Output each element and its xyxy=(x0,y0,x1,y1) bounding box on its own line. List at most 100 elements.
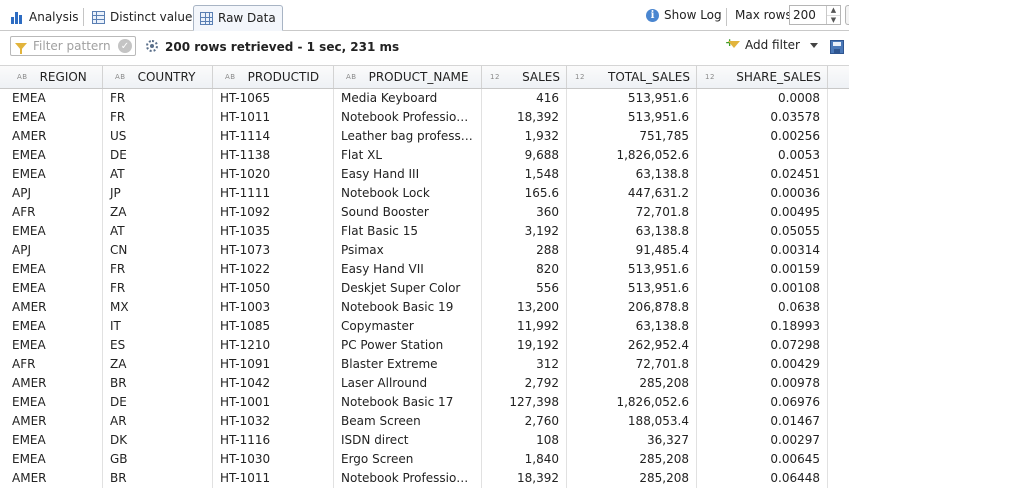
cell-sales[interactable]: 1,840 xyxy=(482,450,567,469)
cell-productid[interactable]: HT-1138 xyxy=(213,146,334,165)
cell-share-sales[interactable]: 0.00159 xyxy=(697,260,828,279)
cell-share-sales[interactable]: 0.0008 xyxy=(697,89,828,108)
cell-total-sales[interactable]: 513,951.6 xyxy=(567,260,697,279)
cell-product-name[interactable]: Notebook Professional ... xyxy=(334,108,482,127)
cell-region[interactable]: EMEA xyxy=(5,108,103,127)
cell-product-name[interactable]: Sound Booster xyxy=(334,203,482,222)
cell-sales[interactable]: 108 xyxy=(482,431,567,450)
table-row[interactable]: EMEA FR HT-1050 Deskjet Super Color 556 513,9… xyxy=(0,279,849,298)
cell-region[interactable]: AMER xyxy=(5,412,103,431)
cell-total-sales[interactable]: 1,826,052.6 xyxy=(567,146,697,165)
cell-region[interactable]: EMEA xyxy=(5,393,103,412)
cell-sales[interactable]: 360 xyxy=(482,203,567,222)
cell-product-name[interactable]: Notebook Lock xyxy=(334,184,482,203)
table-row[interactable]: AMER US HT-1114 Leather bag professional 1,9… xyxy=(0,127,849,146)
cell-sales[interactable]: 2,792 xyxy=(482,374,567,393)
cell-total-sales[interactable]: 63,138.8 xyxy=(567,165,697,184)
cell-sales[interactable]: 312 xyxy=(482,355,567,374)
cell-country[interactable]: AR xyxy=(103,412,213,431)
cell-share-sales[interactable]: 0.00108 xyxy=(697,279,828,298)
column-header-country[interactable]: AB COUNTRY xyxy=(103,66,213,88)
cell-region[interactable]: EMEA xyxy=(5,146,103,165)
cell-share-sales[interactable]: 0.01467 xyxy=(697,412,828,431)
cell-sales[interactable]: 1,548 xyxy=(482,165,567,184)
apply-filter-icon[interactable]: ✓ xyxy=(118,39,132,53)
cell-share-sales[interactable]: 0.0638 xyxy=(697,298,828,317)
table-row[interactable]: EMEA AT HT-1035 Flat Basic 15 3,192 63,138.8 0… xyxy=(0,222,849,241)
cell-total-sales[interactable]: 285,208 xyxy=(567,374,697,393)
cell-total-sales[interactable]: 262,952.4 xyxy=(567,336,697,355)
cell-total-sales[interactable]: 72,701.8 xyxy=(567,355,697,374)
cell-total-sales[interactable]: 63,138.8 xyxy=(567,222,697,241)
cell-productid[interactable]: HT-1111 xyxy=(213,184,334,203)
cell-region[interactable]: AFR xyxy=(5,355,103,374)
cell-share-sales[interactable]: 0.00297 xyxy=(697,431,828,450)
cell-productid[interactable]: HT-1011 xyxy=(213,469,334,488)
cell-productid[interactable]: HT-1003 xyxy=(213,298,334,317)
show-log-button[interactable]: i Show Log xyxy=(646,5,722,25)
cell-region[interactable]: EMEA xyxy=(5,279,103,298)
cell-product-name[interactable]: Copymaster xyxy=(334,317,482,336)
cell-product-name[interactable]: Beam Screen xyxy=(334,412,482,431)
save-icon[interactable] xyxy=(830,40,844,54)
cell-sales[interactable]: 556 xyxy=(482,279,567,298)
cell-total-sales[interactable]: 91,485.4 xyxy=(567,241,697,260)
cell-region[interactable]: EMEA xyxy=(5,222,103,241)
table-row[interactable]: EMEA ES HT-1210 PC Power Station 19,192 262,9… xyxy=(0,336,849,355)
cell-productid[interactable]: HT-1050 xyxy=(213,279,334,298)
cell-region[interactable]: EMEA xyxy=(5,260,103,279)
cell-productid[interactable]: HT-1114 xyxy=(213,127,334,146)
cell-country[interactable]: FR xyxy=(103,108,213,127)
table-row[interactable]: AMER BR HT-1011 Notebook Professional ... 18… xyxy=(0,469,849,488)
cell-country[interactable]: ES xyxy=(103,336,213,355)
cell-total-sales[interactable]: 63,138.8 xyxy=(567,317,697,336)
cell-sales[interactable]: 2,760 xyxy=(482,412,567,431)
cell-country[interactable]: DE xyxy=(103,146,213,165)
cell-product-name[interactable]: Blaster Extreme xyxy=(334,355,482,374)
cell-total-sales[interactable]: 285,208 xyxy=(567,450,697,469)
cell-product-name[interactable]: Psimax xyxy=(334,241,482,260)
cell-total-sales[interactable]: 447,631.2 xyxy=(567,184,697,203)
column-header-product-name[interactable]: AB PRODUCT_NAME xyxy=(334,66,482,88)
filter-pattern-input[interactable]: Filter pattern ✓ xyxy=(10,36,136,56)
cell-product-name[interactable]: Ergo Screen xyxy=(334,450,482,469)
cell-share-sales[interactable]: 0.00495 xyxy=(697,203,828,222)
table-row[interactable]: EMEA FR HT-1011 Notebook Professional ... 18… xyxy=(0,108,849,127)
cell-product-name[interactable]: Notebook Professional ... xyxy=(334,469,482,488)
cell-productid[interactable]: HT-1020 xyxy=(213,165,334,184)
table-row[interactable]: AMER MX HT-1003 Notebook Basic 19 13,200 206,… xyxy=(0,298,849,317)
table-row[interactable]: AFR ZA HT-1091 Blaster Extreme 312 72,701.8 0.… xyxy=(0,355,849,374)
cell-product-name[interactable]: PC Power Station xyxy=(334,336,482,355)
cell-share-sales[interactable]: 0.07298 xyxy=(697,336,828,355)
cell-total-sales[interactable]: 513,951.6 xyxy=(567,279,697,298)
table-row[interactable]: EMEA FR HT-1065 Media Keyboard 416 513,951.6 0… xyxy=(0,89,849,108)
cell-sales[interactable]: 18,392 xyxy=(482,469,567,488)
cell-productid[interactable]: HT-1030 xyxy=(213,450,334,469)
cell-share-sales[interactable]: 0.06448 xyxy=(697,469,828,488)
cell-region[interactable]: AMER xyxy=(5,298,103,317)
cell-product-name[interactable]: ISDN direct xyxy=(334,431,482,450)
cell-share-sales[interactable]: 0.00645 xyxy=(697,450,828,469)
cell-productid[interactable]: HT-1092 xyxy=(213,203,334,222)
cell-country[interactable]: AT xyxy=(103,165,213,184)
cell-share-sales[interactable]: 0.00036 xyxy=(697,184,828,203)
cell-country[interactable]: FR xyxy=(103,89,213,108)
table-row[interactable]: EMEA GB HT-1030 Ergo Screen 1,840 285,208 0.00… xyxy=(0,450,849,469)
cell-country[interactable]: AT xyxy=(103,222,213,241)
cell-share-sales[interactable]: 0.00978 xyxy=(697,374,828,393)
cell-region[interactable]: APJ xyxy=(5,241,103,260)
table-row[interactable]: EMEA DE HT-1001 Notebook Basic 17 127,398 1,8… xyxy=(0,393,849,412)
cell-total-sales[interactable]: 751,785 xyxy=(567,127,697,146)
table-row[interactable]: APJ CN HT-1073 Psimax 288 91,485.4 0.00314 xyxy=(0,241,849,260)
cell-product-name[interactable]: Laser Allround xyxy=(334,374,482,393)
cell-share-sales[interactable]: 0.05055 xyxy=(697,222,828,241)
column-header-share-sales[interactable]: 12 SHARE_SALES xyxy=(697,66,828,88)
table-row[interactable]: AMER AR HT-1032 Beam Screen 2,760 188,053.4 0.… xyxy=(0,412,849,431)
cell-productid[interactable]: HT-1001 xyxy=(213,393,334,412)
cell-country[interactable]: GB xyxy=(103,450,213,469)
cell-total-sales[interactable]: 188,053.4 xyxy=(567,412,697,431)
cell-productid[interactable]: HT-1116 xyxy=(213,431,334,450)
cell-total-sales[interactable]: 285,208 xyxy=(567,469,697,488)
cell-country[interactable]: IT xyxy=(103,317,213,336)
cell-share-sales[interactable]: 0.03578 xyxy=(697,108,828,127)
